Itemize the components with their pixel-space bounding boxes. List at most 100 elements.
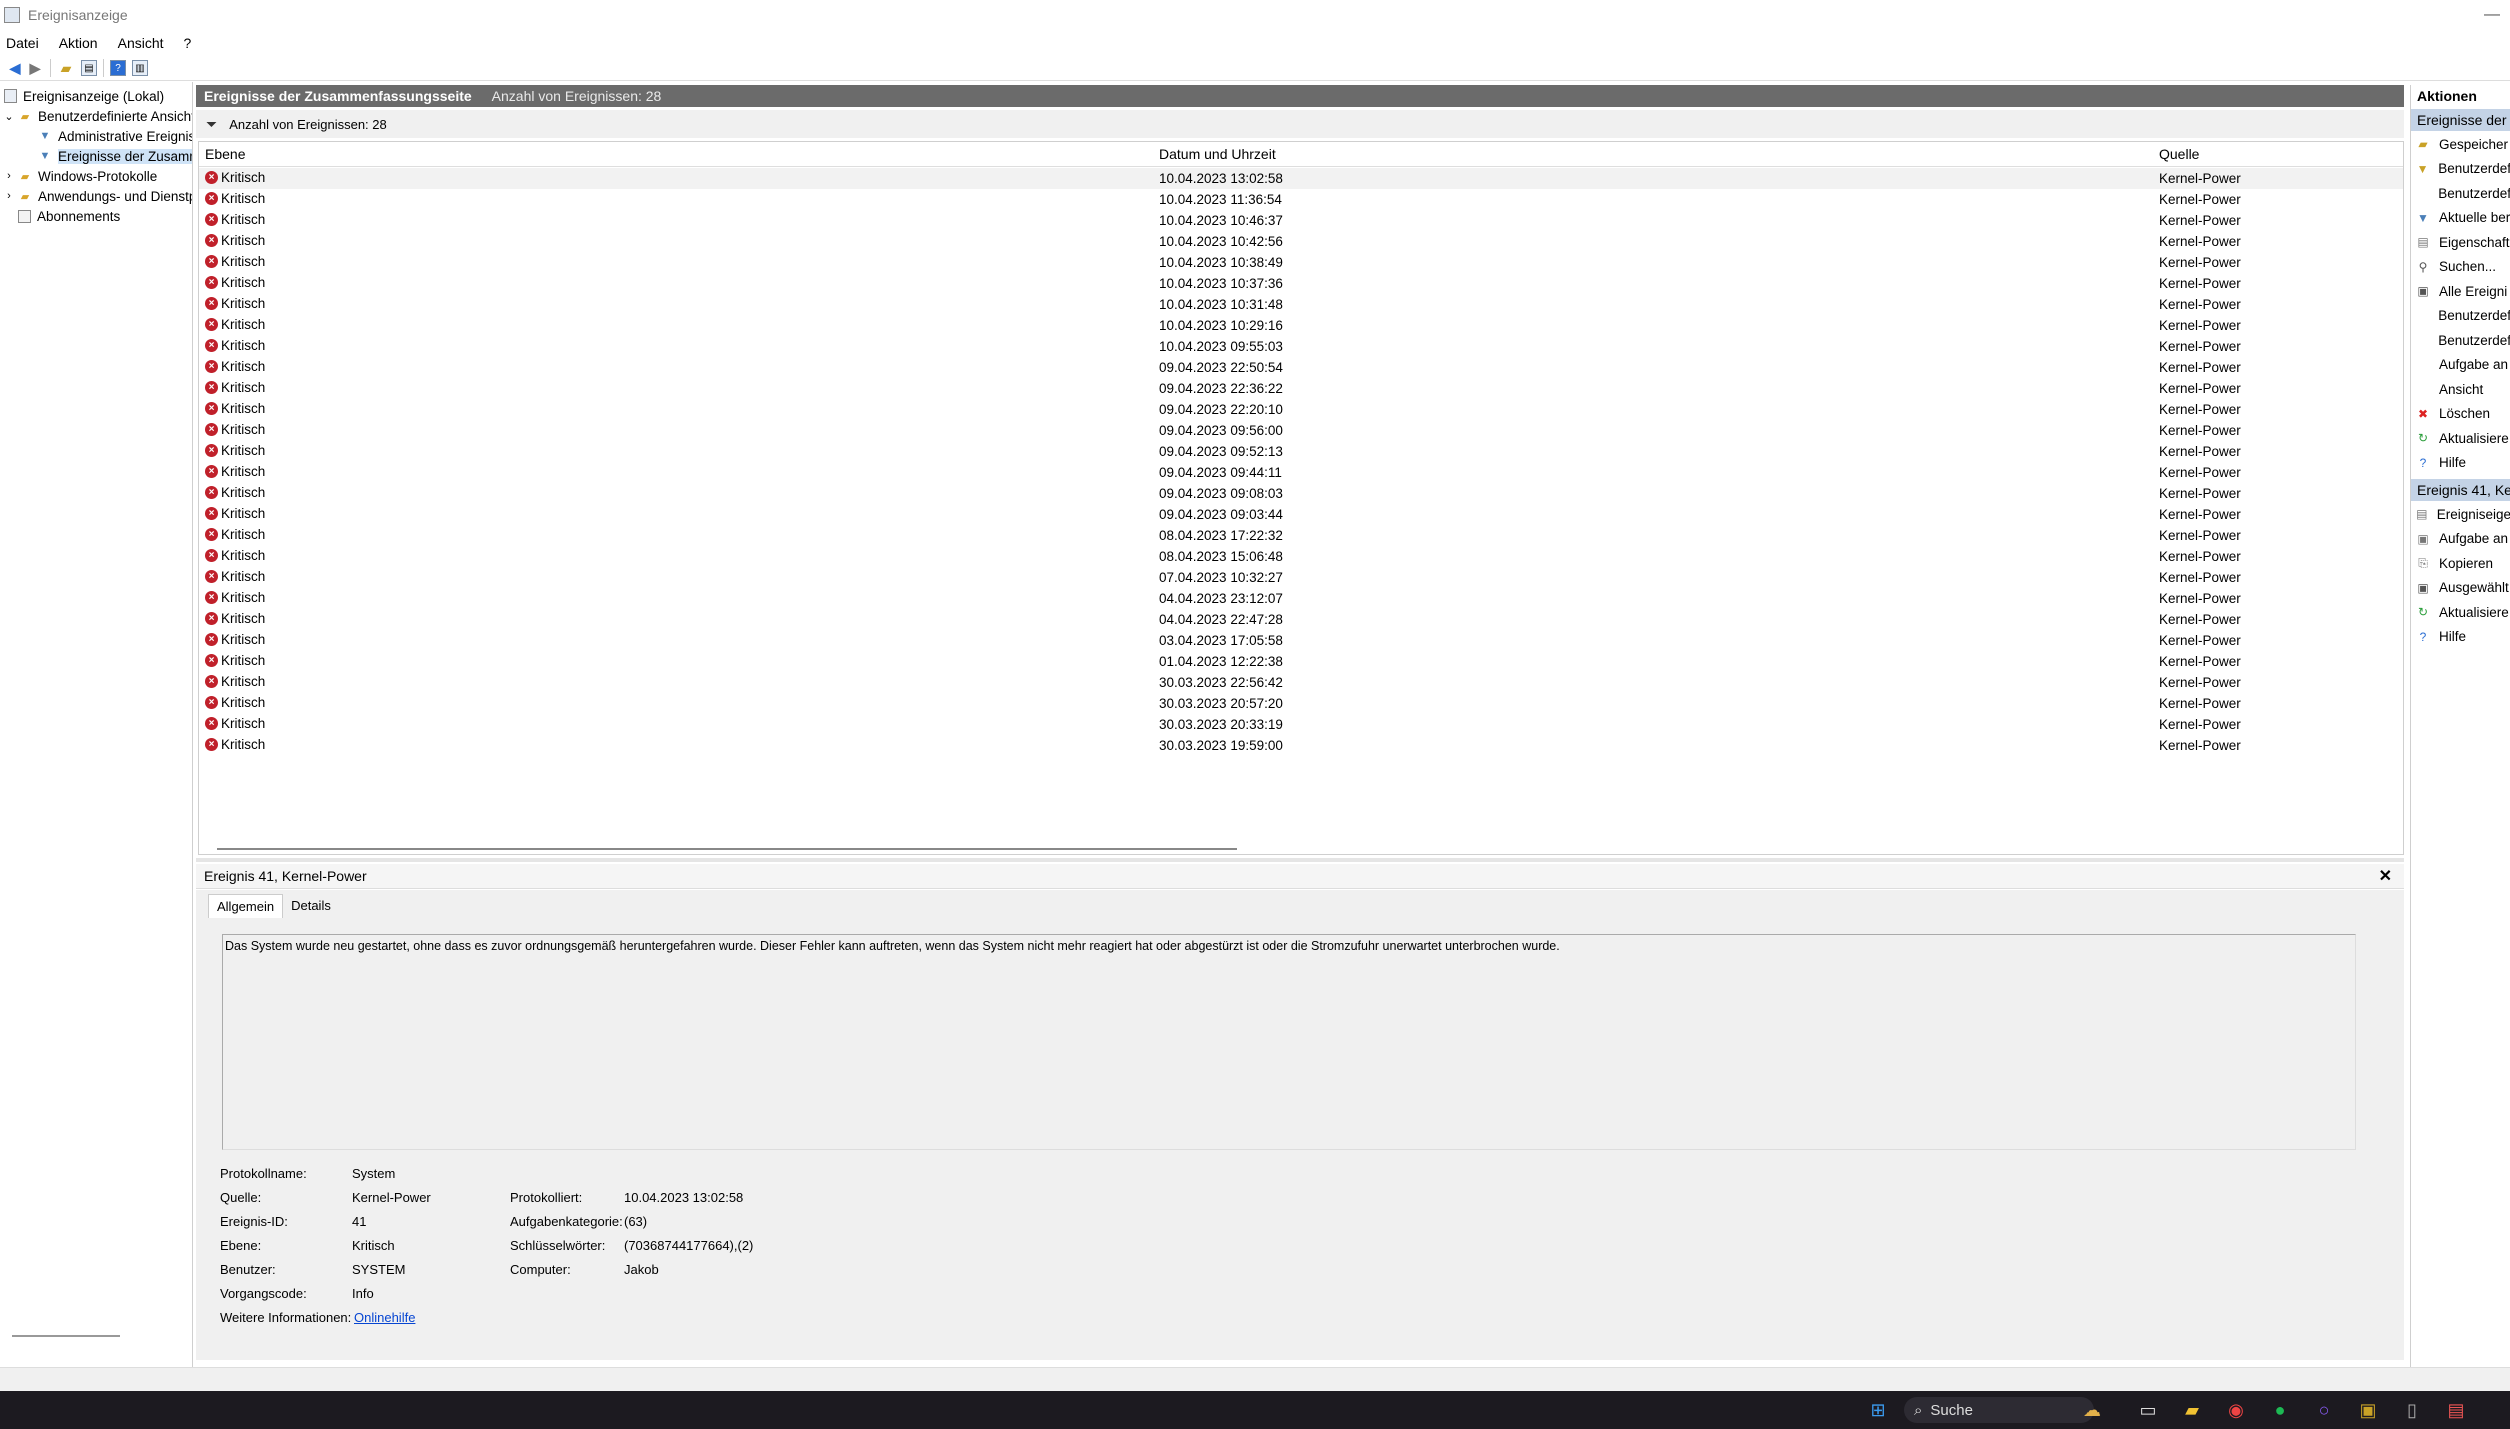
- action-item[interactable]: ▣ Aufgabe an: [2411, 528, 2510, 550]
- action-item[interactable]: ▰ Gespeicher: [2411, 133, 2510, 155]
- tab-details[interactable]: Details: [283, 894, 339, 918]
- expand-chevron-icon[interactable]: ›: [4, 169, 14, 183]
- console-tree-icon[interactable]: ▤: [81, 60, 97, 76]
- table-row[interactable]: × Kritisch 30.03.2023 22:56:42 Kernel-Power: [199, 672, 2403, 693]
- taskbar-search[interactable]: ⌕ Suche: [1904, 1397, 2094, 1423]
- table-row[interactable]: × Kritisch 30.03.2023 20:57:20 Kernel-Power: [199, 693, 2403, 714]
- menu-datei[interactable]: Datei: [6, 35, 39, 51]
- widgets-icon[interactable]: ☁: [2080, 1398, 2104, 1422]
- table-row[interactable]: × Kritisch 09.04.2023 09:08:03 Kernel-Power: [199, 483, 2403, 504]
- windows-start-icon[interactable]: ⊞: [1866, 1398, 1890, 1422]
- collapse-chevron-icon[interactable]: ⌄: [4, 109, 14, 123]
- attach-task-icon: ▣: [2417, 531, 2429, 546]
- help-icon[interactable]: ?: [110, 60, 126, 76]
- table-row[interactable]: × Kritisch 08.04.2023 15:06:48 Kernel-Power: [199, 546, 2403, 567]
- tree-horizontal-scrollbar[interactable]: [12, 1335, 120, 1337]
- help-icon: ?: [2419, 629, 2427, 644]
- table-row[interactable]: × Kritisch 10.04.2023 13:02:58 Kernel-Power: [199, 168, 2403, 189]
- action-item[interactable]: Benutzerdef: [2411, 329, 2510, 351]
- action-item[interactable]: ▣ Ausgewählt: [2411, 577, 2510, 599]
- cell-source: Kernel-Power: [2159, 402, 2241, 417]
- online-help-link[interactable]: Onlinehilfe: [354, 1310, 415, 1325]
- table-row[interactable]: × Kritisch 09.04.2023 22:36:22 Kernel-Power: [199, 378, 2403, 399]
- table-row[interactable]: × Kritisch 09.04.2023 09:52:13 Kernel-Power: [199, 441, 2403, 462]
- table-row[interactable]: × Kritisch 10.04.2023 10:29:16 Kernel-Power: [199, 315, 2403, 336]
- action-item[interactable]: Aufgabe an: [2411, 354, 2510, 376]
- menu-help[interactable]: ?: [184, 35, 192, 51]
- table-row[interactable]: × Kritisch 07.04.2023 10:32:27 Kernel-Power: [199, 567, 2403, 588]
- app-circle-icon[interactable]: ○: [2312, 1398, 2336, 1422]
- table-row[interactable]: × Kritisch 10.04.2023 10:38:49 Kernel-Power: [199, 252, 2403, 273]
- table-row[interactable]: × Kritisch 30.03.2023 20:33:19 Kernel-Power: [199, 714, 2403, 735]
- action-item[interactable]: ✖ Löschen: [2411, 403, 2510, 425]
- action-item[interactable]: ↻ Aktualisiere: [2411, 601, 2510, 623]
- critical-error-icon: ×: [205, 486, 218, 499]
- close-icon[interactable]: ✕: [2379, 866, 2392, 886]
- table-row[interactable]: × Kritisch 10.04.2023 09:55:03 Kernel-Power: [199, 336, 2403, 357]
- action-item[interactable]: ▣ Alle Ereigni: [2411, 280, 2510, 302]
- app-photo-icon[interactable]: ▣: [2356, 1398, 2380, 1422]
- action-item[interactable]: ⚲ Suchen...: [2411, 256, 2510, 278]
- chrome-icon[interactable]: ◉: [2224, 1398, 2248, 1422]
- table-row[interactable]: × Kritisch 10.04.2023 10:37:36 Kernel-Power: [199, 273, 2403, 294]
- table-row[interactable]: × Kritisch 10.04.2023 10:46:37 Kernel-Power: [199, 210, 2403, 231]
- action-item[interactable]: ▤ Ereigniseige: [2411, 503, 2510, 525]
- task-view-icon[interactable]: ▭: [2136, 1398, 2160, 1422]
- action-item[interactable]: ? Hilfe: [2411, 626, 2510, 648]
- table-row[interactable]: × Kritisch 09.04.2023 09:56:00 Kernel-Power: [199, 420, 2403, 441]
- cell-source: Kernel-Power: [2159, 465, 2241, 480]
- folder-up-icon[interactable]: ▰: [57, 59, 75, 77]
- file-explorer-icon[interactable]: ▰: [2180, 1398, 2204, 1422]
- event-list-header: Ebene Datum und Uhrzeit Quelle: [199, 142, 2403, 167]
- actions-section-summary[interactable]: Ereignisse der Z: [2411, 109, 2510, 131]
- table-row[interactable]: × Kritisch 01.04.2023 12:22:38 Kernel-Power: [199, 651, 2403, 672]
- action-item[interactable]: ⎘ Kopieren: [2411, 552, 2510, 574]
- table-row[interactable]: × Kritisch 09.04.2023 09:03:44 Kernel-Power: [199, 504, 2403, 525]
- action-item[interactable]: ▼ Aktuelle ber: [2411, 207, 2510, 229]
- action-item[interactable]: Benutzerdef: [2411, 305, 2510, 327]
- expand-chevron-icon[interactable]: ›: [4, 189, 14, 203]
- column-header-source[interactable]: Quelle: [2159, 146, 2199, 162]
- show-hide-action-pane-icon[interactable]: ▥: [132, 60, 148, 76]
- table-row[interactable]: × Kritisch 10.04.2023 11:36:54 Kernel-Power: [199, 189, 2403, 210]
- menu-aktion[interactable]: Aktion: [59, 35, 98, 51]
- action-item[interactable]: Ansicht: [2411, 378, 2510, 400]
- table-row[interactable]: × Kritisch 03.04.2023 17:05:58 Kernel-Power: [199, 630, 2403, 651]
- tree-item-windows-logs[interactable]: › ▰ Windows-Protokolle: [4, 166, 157, 186]
- tree-item-subscriptions[interactable]: Abonnements: [18, 206, 120, 226]
- table-row[interactable]: × Kritisch 09.04.2023 22:20:10 Kernel-Power: [199, 399, 2403, 420]
- table-row[interactable]: × Kritisch 04.04.2023 23:12:07 Kernel-Power: [199, 588, 2403, 609]
- tree-item-admin-events[interactable]: ▼ Administrative Ereignisse: [38, 126, 192, 146]
- app-file-icon[interactable]: ▯: [2400, 1398, 2424, 1422]
- tree-item-summary-events[interactable]: ▼ Ereignisse der Zusammenfassungsseite: [38, 146, 192, 166]
- table-row[interactable]: × Kritisch 10.04.2023 10:31:48 Kernel-Power: [199, 294, 2403, 315]
- action-item[interactable]: ↻ Aktualisiere: [2411, 427, 2510, 449]
- action-item[interactable]: ▼ Benutzerdef: [2411, 158, 2510, 180]
- table-row[interactable]: × Kritisch 04.04.2023 22:47:28 Kernel-Power: [199, 609, 2403, 630]
- table-row[interactable]: × Kritisch 09.04.2023 22:50:54 Kernel-Power: [199, 357, 2403, 378]
- pane-splitter[interactable]: [196, 858, 2404, 862]
- event-description-box[interactable]: Das System wurde neu gestartet, ohne das…: [222, 934, 2356, 1150]
- table-row[interactable]: × Kritisch 30.03.2023 19:59:00 Kernel-Power: [199, 735, 2403, 756]
- event-list-horizontal-scrollbar[interactable]: [217, 848, 1237, 850]
- table-row[interactable]: × Kritisch 10.04.2023 10:42:56 Kernel-Power: [199, 231, 2403, 252]
- event-viewer-taskbar-icon[interactable]: ▤: [2444, 1398, 2468, 1422]
- spotify-icon[interactable]: ●: [2268, 1398, 2292, 1422]
- actions-section-event[interactable]: Ereignis 41, Ker: [2411, 479, 2510, 501]
- menu-ansicht[interactable]: Ansicht: [118, 35, 164, 51]
- minimize-button[interactable]: —: [2484, 6, 2500, 24]
- table-row[interactable]: × Kritisch 09.04.2023 09:44:11 Kernel-Power: [199, 462, 2403, 483]
- forward-arrow-icon[interactable]: ▶: [26, 59, 44, 77]
- action-item[interactable]: Benutzerdef: [2411, 182, 2510, 204]
- tree-item-app-service-logs[interactable]: › ▰ Anwendungs- und Dienstprotokolle: [4, 186, 192, 206]
- column-header-level[interactable]: Ebene: [205, 146, 245, 162]
- action-item[interactable]: ▤ Eigenschaft: [2411, 231, 2510, 253]
- action-item[interactable]: ? Hilfe: [2411, 452, 2510, 474]
- back-arrow-icon[interactable]: ◀: [6, 59, 24, 77]
- tree-item-custom-views[interactable]: ⌄ ▰ Benutzerdefinierte Ansichten: [4, 106, 192, 126]
- critical-error-icon: ×: [205, 654, 218, 667]
- table-row[interactable]: × Kritisch 08.04.2023 17:22:32 Kernel-Power: [199, 525, 2403, 546]
- tree-item-root[interactable]: Ereignisanzeige (Lokal): [4, 86, 164, 106]
- tab-allgemein[interactable]: Allgemein: [208, 894, 284, 918]
- column-header-datetime[interactable]: Datum und Uhrzeit: [1159, 146, 1276, 162]
